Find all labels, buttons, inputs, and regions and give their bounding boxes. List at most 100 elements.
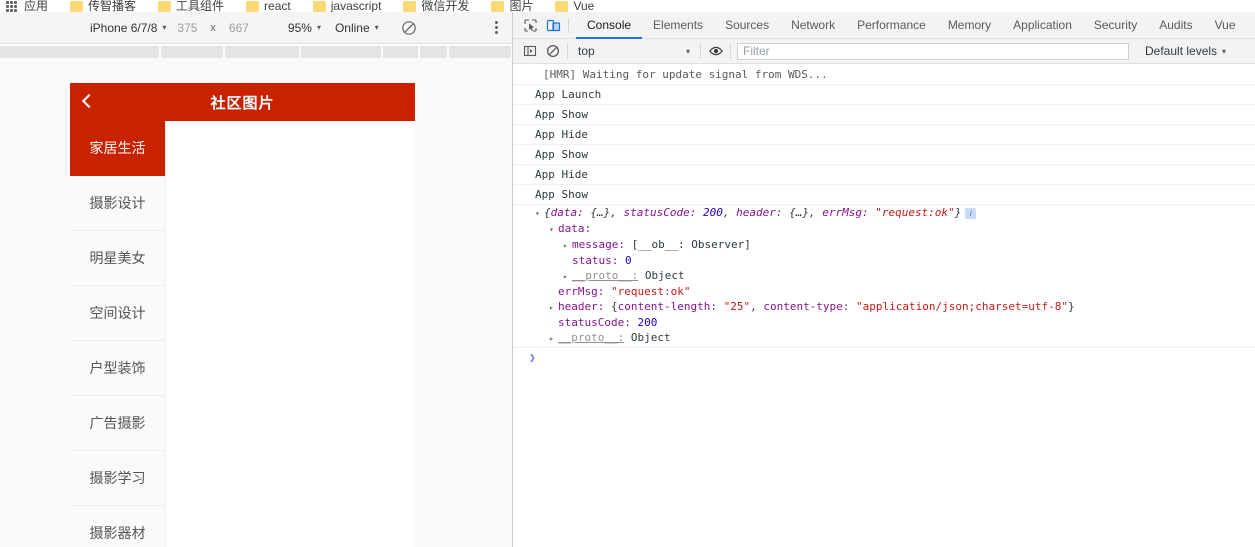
- tab-security[interactable]: Security: [1083, 12, 1148, 39]
- bookmark-item[interactable]: javascript: [312, 0, 382, 12]
- bookmark-apps[interactable]: 应用: [6, 0, 48, 12]
- toolbar-divider: [568, 17, 569, 33]
- console-filter-input[interactable]: Filter: [737, 42, 1129, 60]
- category-content-pane: [166, 121, 415, 547]
- console-filter-bar: top ▾ Filter Default levels ▾: [513, 39, 1255, 64]
- log-levels-selector[interactable]: Default levels ▾: [1145, 44, 1226, 58]
- object-property-row[interactable]: ▸ __proto__: Object: [513, 330, 1255, 346]
- console-log-row[interactable]: App Show: [513, 185, 1255, 205]
- tab-network[interactable]: Network: [780, 12, 846, 39]
- bookmark-item[interactable]: 图片: [491, 0, 533, 12]
- bookmark-item[interactable]: react: [246, 0, 291, 12]
- tab-application[interactable]: Application: [1002, 12, 1083, 39]
- sidebar-item-jiajushenghuo[interactable]: 家居生活: [70, 121, 165, 176]
- page-title: 社区图片: [210, 94, 275, 112]
- more-options-icon[interactable]: [495, 21, 498, 34]
- inspect-element-icon[interactable]: [522, 17, 539, 34]
- category-sidebar: 家居生活 摄影设计 明星美女 空间设计 户型装饰 广告摄影 摄影学习 摄影器材: [70, 121, 166, 547]
- bookmark-label: 工具组件: [176, 0, 225, 12]
- sidebar-item-label: 家居生活: [89, 140, 146, 156]
- sidebar-item-guanggaosheying[interactable]: 广告摄影: [70, 396, 165, 451]
- sidebar-item-sheyingxuexi[interactable]: 摄影学习: [70, 451, 165, 506]
- expand-triangle-icon[interactable]: ▸: [549, 331, 558, 346]
- object-summary-line[interactable]: ▾ {data: {…}, statusCode: 200, header: {……: [513, 205, 1255, 221]
- console-prompt[interactable]: ❯: [513, 348, 1255, 367]
- console-log-row[interactable]: App Hide: [513, 125, 1255, 145]
- expand-triangle-icon[interactable]: ▾: [535, 206, 544, 221]
- device-mode-toolbar: iPhone 6/7/8 ▾ 375 x 667 95% ▾ Online ▾: [0, 12, 512, 44]
- bookmark-item[interactable]: 工具组件: [158, 0, 224, 12]
- expand-triangle-icon[interactable]: ▾: [549, 222, 558, 237]
- object-property-row[interactable]: ▸ __proto__: Object: [513, 268, 1255, 284]
- object-property-row[interactable]: statusCode: 200: [513, 315, 1255, 330]
- toggle-device-toolbar-icon[interactable]: [545, 17, 562, 34]
- tab-performance[interactable]: Performance: [846, 12, 937, 39]
- property-key: __proto__:: [558, 331, 625, 344]
- value-errmsg: "request:ok": [875, 206, 955, 219]
- sidebar-item-label: 摄影设计: [89, 195, 146, 211]
- apps-grid-icon: [6, 0, 19, 12]
- console-log-row[interactable]: App Launch: [513, 85, 1255, 105]
- property-value: 200: [637, 316, 658, 329]
- throttling-selector[interactable]: Online ▾: [335, 21, 379, 35]
- bookmark-label: javascript: [330, 0, 382, 12]
- property-value: 0: [624, 254, 632, 267]
- zoom-selector[interactable]: 95% ▾: [288, 21, 321, 35]
- bookmark-item[interactable]: 微信开发: [403, 0, 469, 12]
- console-object-log[interactable]: ▾ {data: {…}, statusCode: 200, header: {……: [513, 205, 1255, 348]
- folder-icon: [403, 0, 417, 12]
- clear-console-icon[interactable]: [544, 43, 561, 60]
- bookmark-item[interactable]: 传智播客: [70, 0, 136, 12]
- console-log-row[interactable]: App Show: [513, 105, 1255, 125]
- tab-audits[interactable]: Audits: [1148, 12, 1203, 39]
- console-log-row[interactable]: App Hide: [513, 165, 1255, 185]
- object-property-row[interactable]: errMsg: "request:ok": [513, 284, 1255, 299]
- tab-elements[interactable]: Elements: [642, 12, 714, 39]
- tab-sources[interactable]: Sources: [714, 12, 780, 39]
- key-header: header:: [736, 206, 783, 219]
- console-sidebar-icon[interactable]: [521, 43, 538, 60]
- console-log-row[interactable]: App Show: [513, 145, 1255, 165]
- object-property-row[interactable]: status: 0: [513, 253, 1255, 268]
- sidebar-item-kongjiansheji[interactable]: 空间设计: [70, 286, 165, 341]
- expand-triangle-icon[interactable]: ▸: [549, 300, 558, 315]
- rotate-device-icon[interactable]: [401, 20, 417, 36]
- object-property-row[interactable]: ▸ message: [__ob__: Observer]: [513, 237, 1255, 253]
- device-width-input[interactable]: 375: [166, 21, 208, 35]
- tab-memory[interactable]: Memory: [937, 12, 1002, 39]
- expand-triangle-icon[interactable]: ▸: [563, 238, 572, 253]
- sidebar-item-mingxingmeinv[interactable]: 明星美女: [70, 231, 165, 286]
- console-log-area[interactable]: [HMR] Waiting for update signal from WDS…: [513, 65, 1255, 547]
- viewport-ruler[interactable]: [0, 45, 512, 59]
- property-value: Object: [630, 331, 671, 344]
- back-chevron-icon[interactable]: [81, 93, 97, 109]
- app-body: 家居生活 摄影设计 明星美女 空间设计 户型装饰 广告摄影 摄影学习 摄影器材: [70, 121, 415, 547]
- property-key: statusCode:: [558, 316, 631, 329]
- property-key: __proto__:: [572, 269, 639, 282]
- execution-context-selector[interactable]: top ▾: [574, 44, 694, 58]
- toolbar-divider: [567, 43, 568, 59]
- tab-vue[interactable]: Vue: [1204, 12, 1247, 39]
- console-log-row[interactable]: [HMR] Waiting for update signal from WDS…: [513, 65, 1255, 85]
- tab-console[interactable]: Console: [576, 12, 643, 39]
- bookmark-label: 应用: [24, 0, 49, 12]
- comma: ,: [722, 206, 730, 219]
- brace: }: [954, 206, 962, 219]
- object-property-row[interactable]: ▾ data:: [513, 221, 1255, 237]
- expand-triangle-icon[interactable]: ▸: [563, 269, 572, 284]
- folder-icon: [555, 0, 569, 12]
- info-badge[interactable]: i: [965, 207, 977, 219]
- bookmark-label: Vue: [573, 0, 595, 12]
- object-property-row[interactable]: ▸ header: {content-length: "25", content-…: [513, 299, 1255, 315]
- bookmark-item[interactable]: Vue: [555, 0, 594, 12]
- device-viewport-area: 社区图片 家居生活 摄影设计 明星美女 空间设计 户型装饰 广告摄影 摄影学习 …: [0, 73, 512, 547]
- tab-label: Elements: [653, 17, 704, 32]
- sidebar-item-sheyingqicai[interactable]: 摄影器材: [70, 506, 165, 547]
- device-height-input[interactable]: 667: [218, 21, 260, 35]
- toolbar-divider: [700, 43, 701, 59]
- sidebar-item-huxingzhuangshi[interactable]: 户型装饰: [70, 341, 165, 396]
- device-selector[interactable]: iPhone 6/7/8 ▾: [90, 21, 166, 35]
- sidebar-item-sheyingsheji[interactable]: 摄影设计: [70, 176, 165, 231]
- live-expression-icon[interactable]: [707, 43, 724, 60]
- property-value: "request:ok": [610, 285, 691, 298]
